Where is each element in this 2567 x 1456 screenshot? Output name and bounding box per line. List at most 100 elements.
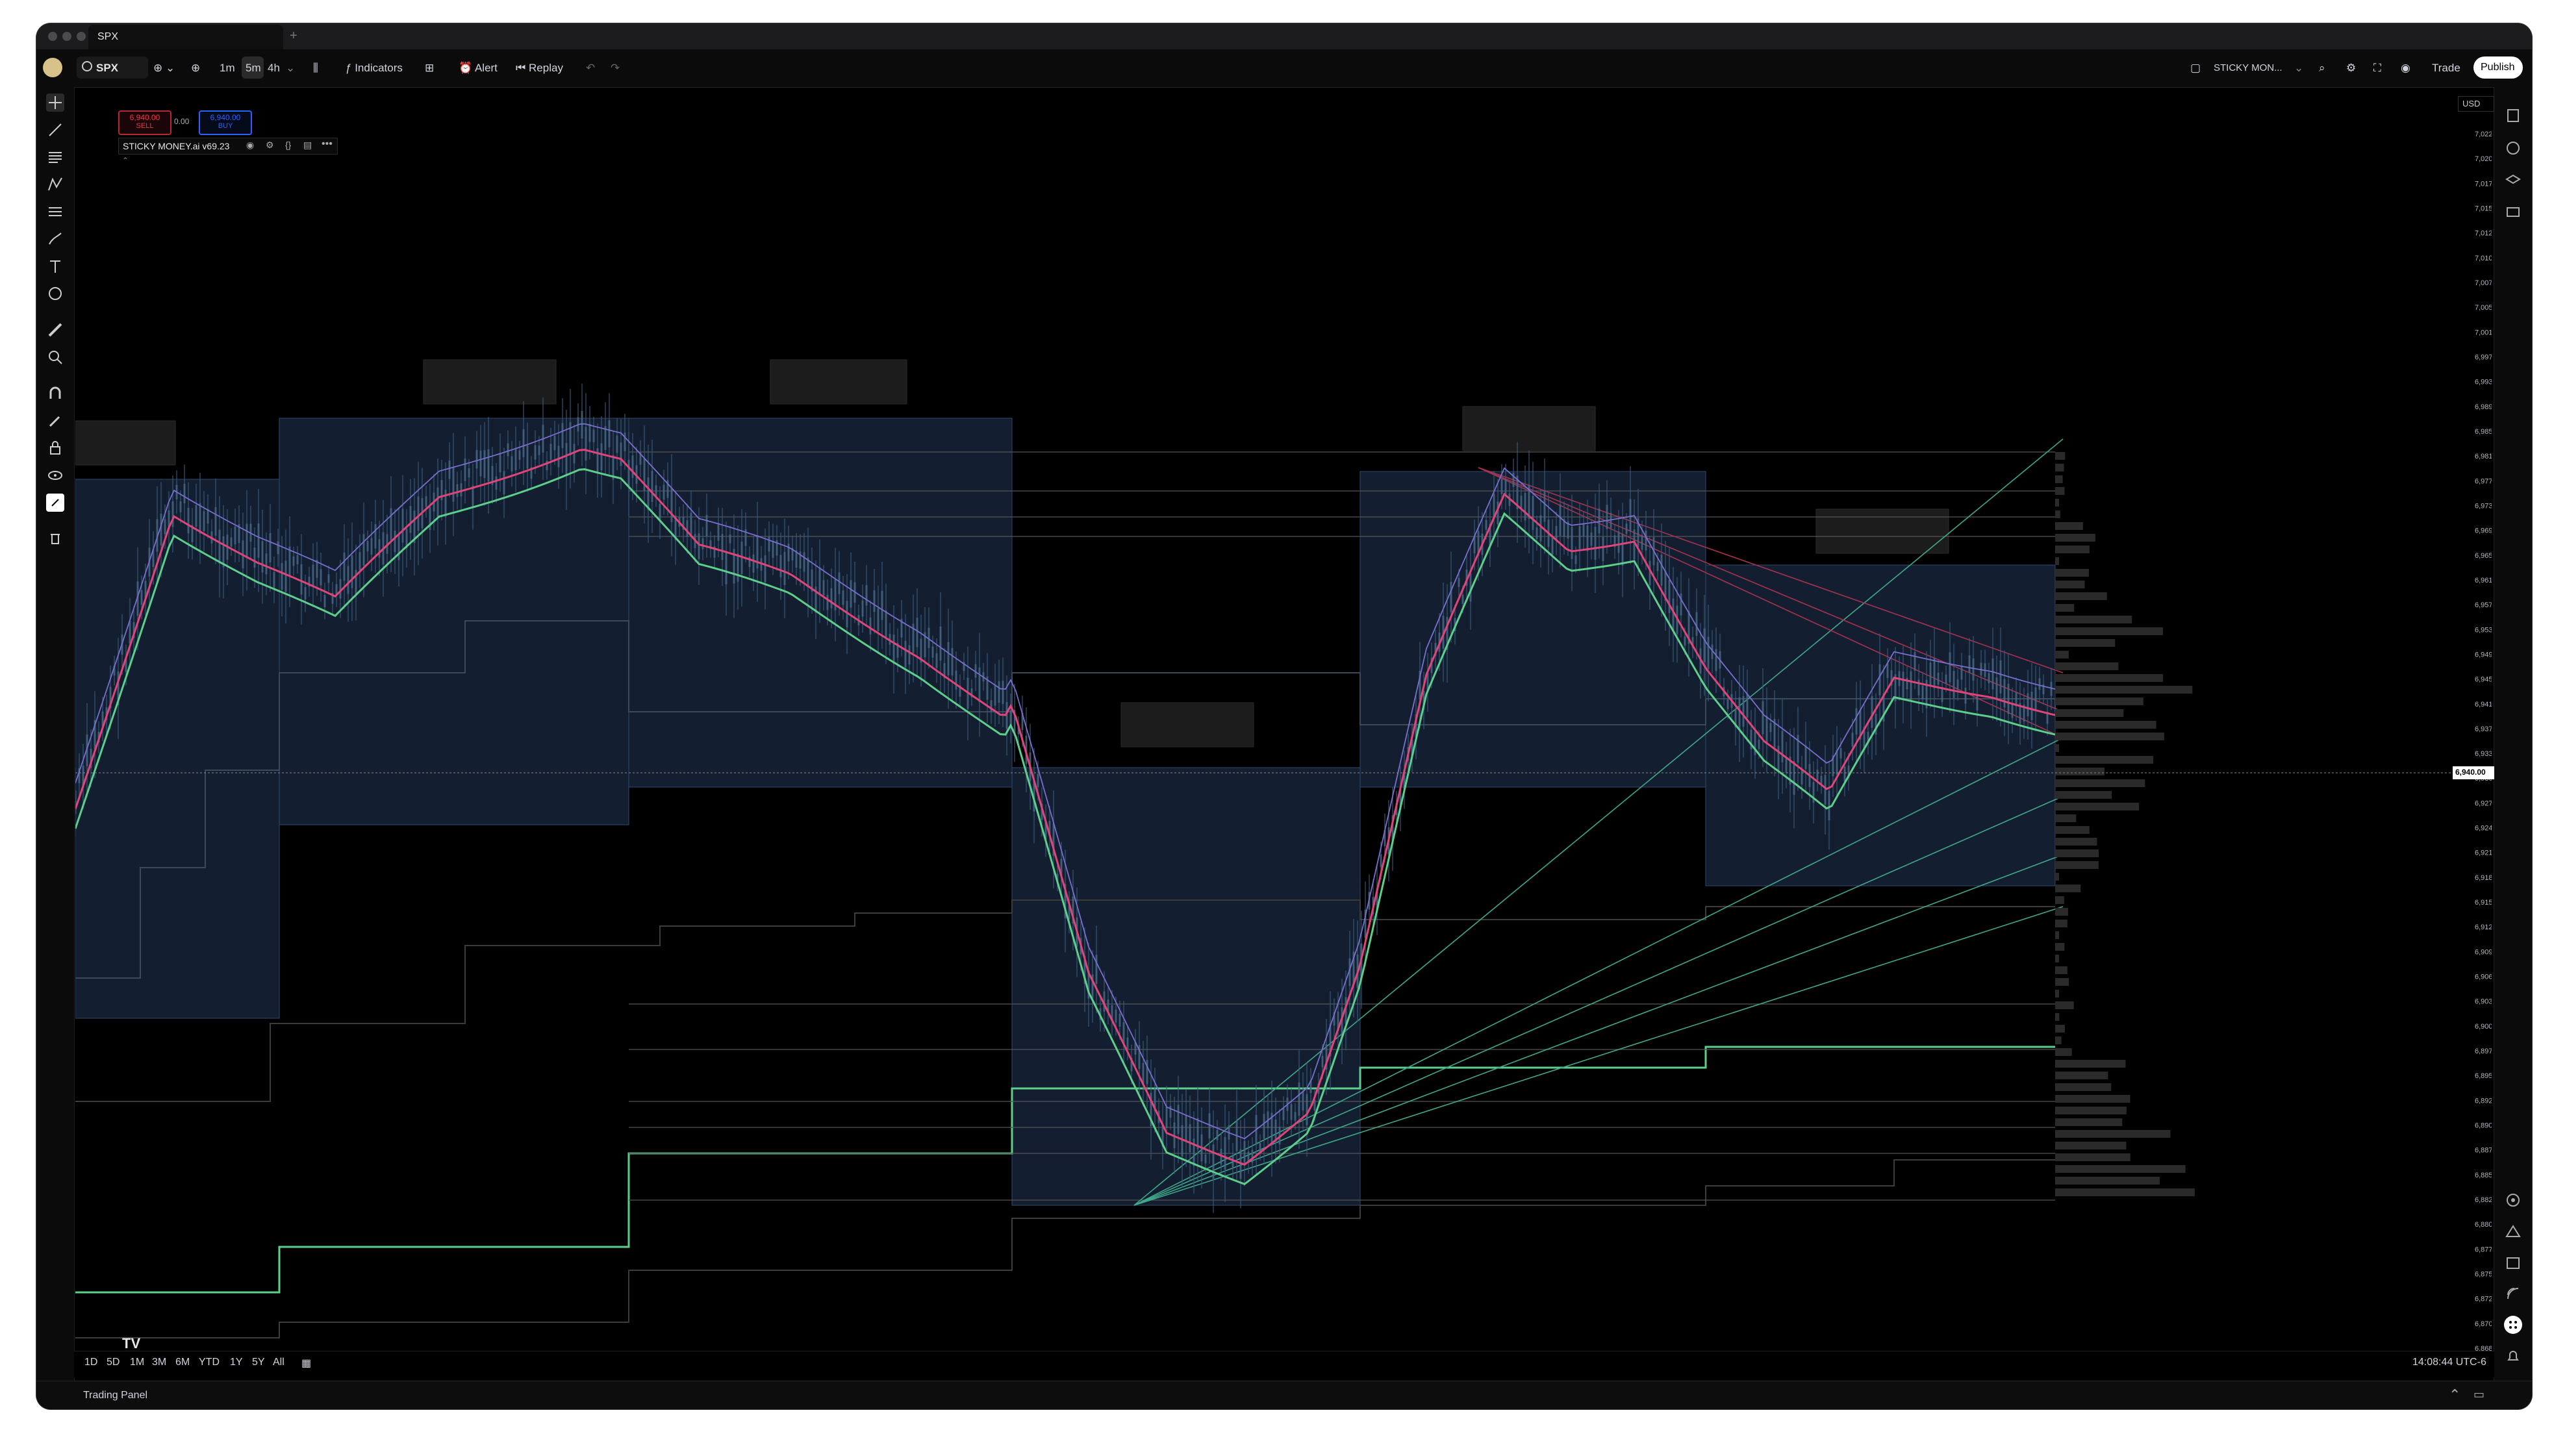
candle-body <box>452 467 455 502</box>
signal-icon[interactable] <box>2504 1285 2522 1303</box>
chevron-down-icon[interactable]: ⌄ <box>286 57 295 79</box>
candle-body <box>288 546 291 577</box>
range-5y[interactable]: 5Y <box>252 1357 265 1368</box>
alerts-icon[interactable] <box>2504 139 2522 157</box>
maximize-window-button[interactable] <box>77 32 86 41</box>
profile-bar <box>2055 1025 2065 1033</box>
chevron-up-icon[interactable]: ⌃ <box>2449 1387 2460 1403</box>
range-1y[interactable]: 1Y <box>230 1357 243 1368</box>
camera-icon[interactable]: ◉ <box>2401 57 2410 79</box>
trade-button[interactable]: Trade <box>2432 57 2460 79</box>
fib-icon[interactable] <box>46 148 64 166</box>
ideas-icon[interactable] <box>2504 1222 2522 1240</box>
candle-body <box>1801 770 1803 784</box>
watchlist-icon[interactable] <box>2504 107 2522 125</box>
new-tab-button[interactable]: + <box>290 29 297 44</box>
sell-button[interactable]: 6,940.00 SELL <box>118 110 171 135</box>
trash-icon[interactable]: ▤ <box>303 140 312 151</box>
chart-area[interactable]: 7,022.50 7,020.00 7,017.50 7,015.00 7,012.50… <box>74 88 2503 1370</box>
ruler-icon[interactable] <box>46 321 64 339</box>
candle-body <box>164 519 166 534</box>
compare-button[interactable]: ⊕ ⌄ <box>153 57 175 79</box>
fullscreen-icon[interactable]: ⛶ <box>2373 57 2381 79</box>
goto-date-icon[interactable]: ▦ <box>301 1357 311 1370</box>
range-all[interactable]: All <box>273 1357 285 1368</box>
bell-icon[interactable] <box>2504 1347 2522 1365</box>
text-icon[interactable] <box>46 257 64 275</box>
candle-body <box>1002 681 1004 705</box>
indicators-button[interactable]: ƒ Indicators <box>346 57 403 79</box>
replay-button[interactable]: ⏮ Replay <box>516 57 563 79</box>
forecast-icon[interactable] <box>46 203 64 221</box>
profile-bar <box>2055 639 2116 647</box>
code-icon[interactable]: {} <box>285 140 291 150</box>
gear-icon[interactable]: ⚙ <box>266 140 274 151</box>
indicator-legend[interactable]: STICKY MONEY.ai v69.23 ◉ ⚙ {} ▤ ••• <box>118 138 338 155</box>
avatar[interactable] <box>43 58 62 77</box>
more-icon[interactable]: ••• <box>322 138 333 150</box>
symbol-search-input[interactable]: SPX <box>77 56 148 79</box>
close-window-button[interactable] <box>48 32 57 41</box>
lock-icon[interactable] <box>46 439 64 457</box>
minimize-window-button[interactable] <box>62 32 71 41</box>
eye-icon[interactable]: ◉ <box>246 140 254 151</box>
price-tick-label: 6,900.00 <box>2475 1023 2492 1031</box>
chart-type-icon[interactable]: ⫼ <box>313 57 318 79</box>
calendar-icon[interactable] <box>2504 1253 2522 1272</box>
zoom-icon[interactable] <box>46 348 64 366</box>
profile-bar <box>2055 697 2143 705</box>
range-1m[interactable]: 1M <box>130 1357 144 1368</box>
target-icon[interactable] <box>2504 1191 2522 1209</box>
candle-body <box>596 448 599 473</box>
emoji-icon[interactable] <box>46 284 64 303</box>
range-3m[interactable]: 3M <box>152 1357 166 1368</box>
indicator-name: STICKY MONEY.ai v69.23 <box>123 141 230 151</box>
brush-icon[interactable] <box>46 230 64 248</box>
candle-body <box>261 541 264 573</box>
apps-icon[interactable] <box>2504 1316 2522 1334</box>
trendline-icon[interactable] <box>46 121 64 139</box>
layout-icon[interactable]: ▢ <box>2190 57 2201 79</box>
candle-body <box>273 571 275 588</box>
range-5d[interactable]: 5D <box>107 1357 120 1368</box>
candle-body <box>1165 1107 1168 1129</box>
candle-body <box>1945 674 1947 684</box>
profile-bar <box>2055 861 2099 869</box>
pencil-lock-icon[interactable] <box>46 412 64 430</box>
trash-icon[interactable] <box>46 529 64 547</box>
buy-button[interactable]: 6,940.00 BUY <box>199 110 252 135</box>
profile-bar <box>2055 1001 2074 1009</box>
pattern-icon[interactable] <box>46 175 64 194</box>
layers-icon[interactable] <box>2504 171 2522 190</box>
profile-bar <box>2055 464 2064 471</box>
chevron-down-icon[interactable]: ⌄ <box>2294 57 2303 79</box>
quick-search-icon[interactable]: ⌕ <box>2319 57 2325 79</box>
magnet-icon[interactable] <box>46 384 64 403</box>
currency-selector[interactable]: USD <box>2458 96 2494 112</box>
alert-button[interactable]: ⏰ Alert <box>459 57 498 79</box>
maximize-panel-icon[interactable]: ▭ <box>2473 1388 2485 1401</box>
eye-icon[interactable] <box>46 466 64 484</box>
link-icon[interactable] <box>46 494 64 512</box>
undo-icon[interactable]: ↶ <box>586 57 595 79</box>
tab-spx[interactable]: SPX <box>88 25 283 49</box>
interval-1m[interactable]: 1m <box>220 57 235 79</box>
chevron-up-icon[interactable]: ⌃ <box>122 156 129 165</box>
crosshair-icon[interactable] <box>46 94 64 112</box>
script-name[interactable]: STICKY MON... <box>2214 57 2282 79</box>
interval-4h[interactable]: 4h <box>268 57 280 79</box>
chat-icon[interactable] <box>2504 204 2522 222</box>
templates-icon[interactable]: ⊞ <box>425 57 434 79</box>
redo-icon[interactable]: ↷ <box>611 57 620 79</box>
range-1d[interactable]: 1D <box>84 1357 97 1368</box>
candle-body <box>772 540 774 559</box>
gear-icon[interactable]: ⚙ <box>2346 57 2356 79</box>
range-6m[interactable]: 6M <box>175 1357 190 1368</box>
publish-button[interactable]: Publish <box>2473 56 2523 79</box>
range-ytd[interactable]: YTD <box>199 1357 220 1368</box>
add-symbol-button[interactable]: ⊕ <box>191 57 200 79</box>
info-panel <box>75 420 176 466</box>
interval-5m[interactable]: 5m <box>246 57 261 79</box>
chart-canvas[interactable]: 7,022.50 7,020.00 7,017.50 7,015.00 7,012.50… <box>74 88 2503 1370</box>
trading-panel-button[interactable]: Trading Panel <box>83 1390 147 1401</box>
